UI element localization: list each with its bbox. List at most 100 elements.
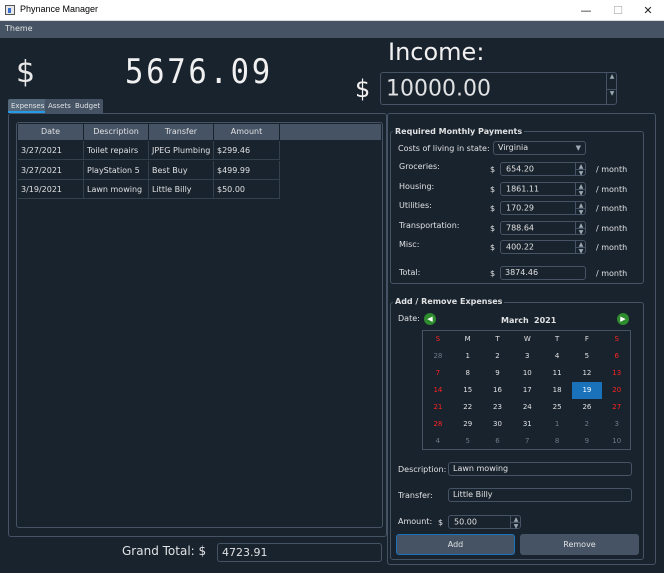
calendar-day[interactable]: 25 (542, 399, 572, 416)
calendar-day[interactable]: 9 (572, 433, 602, 450)
cell-description[interactable]: PlayStation 5 (84, 160, 149, 180)
state-dropdown[interactable]: Virginia ▼ (493, 141, 586, 155)
close-button[interactable]: ✕ (632, 0, 664, 21)
calendar-day[interactable]: 4 (542, 348, 572, 365)
cell-transfer[interactable]: Little Billy (149, 180, 214, 199)
cell-date[interactable]: 3/19/2021 (18, 180, 84, 199)
calendar-day[interactable]: 17 (512, 382, 542, 399)
minimize-button[interactable]: — (570, 0, 602, 21)
cell-description[interactable]: Toilet repairs (84, 141, 149, 160)
cell-transfer[interactable]: Best Buy (149, 160, 214, 180)
add-remove-title: Add / Remove Expenses (393, 297, 505, 306)
calendar-day[interactable]: 27 (602, 399, 632, 416)
calendar-year[interactable]: 2021 (534, 316, 556, 325)
menu-theme[interactable]: Theme (5, 24, 33, 33)
cell-amount[interactable]: $50.00 (214, 180, 280, 199)
calendar-day[interactable]: 10 (512, 365, 542, 382)
calendar-day[interactable]: 9 (483, 365, 513, 382)
calendar-day[interactable]: 2 (572, 416, 602, 433)
cell-date[interactable]: 3/27/2021 (18, 141, 84, 160)
calendar-day[interactable]: 8 (453, 365, 483, 382)
calendar-day[interactable]: 22 (453, 399, 483, 416)
spin-down-icon[interactable]: ▼ (576, 169, 586, 177)
payment-spinbox[interactable]: 654.20 ▲ ▼ (500, 162, 586, 177)
payment-value[interactable]: 1861.11 (506, 184, 539, 193)
calendar-day[interactable]: 7 (512, 433, 542, 450)
column-header-transfer[interactable]: Transfer (149, 124, 214, 140)
amount-spinbox[interactable]: 50.00 ▲ ▼ (448, 515, 521, 530)
calendar-day[interactable]: 21 (423, 399, 453, 416)
spin-down-icon[interactable]: ▼ (576, 227, 586, 236)
spin-up-icon[interactable]: ▲ (607, 73, 617, 89)
calendar-day[interactable]: 7 (423, 365, 453, 382)
calendar-day[interactable]: 18 (542, 382, 572, 399)
calendar-month[interactable]: March (501, 316, 529, 325)
cell-amount[interactable]: $499.99 (214, 160, 280, 180)
description-input[interactable]: Lawn mowing (448, 462, 632, 476)
window-titlebar: Phynance Manager — ☐ ✕ (0, 0, 664, 21)
calendar-day[interactable]: 6 (602, 348, 632, 365)
payment-value[interactable]: 654.20 (506, 165, 534, 174)
payment-value[interactable]: 400.22 (506, 243, 534, 252)
tab-expenses[interactable]: Expenses (8, 99, 48, 113)
cell-transfer[interactable]: JPEG Plumbing (149, 141, 214, 160)
next-month-icon[interactable]: ▶ (617, 313, 629, 325)
calendar-day[interactable]: 29 (453, 416, 483, 433)
payment-spinbox[interactable]: 170.29 ▲ ▼ (500, 201, 586, 216)
calendar-day[interactable]: 2 (483, 348, 513, 365)
calendar-day[interactable]: 8 (542, 433, 572, 450)
payment-spinbox[interactable]: 1861.11 ▲ ▼ (500, 181, 586, 197)
spin-down-icon[interactable]: ▼ (576, 188, 586, 197)
calendar-day[interactable]: 11 (542, 365, 572, 382)
column-header-amount[interactable]: Amount (214, 124, 280, 140)
spin-down-icon[interactable]: ▼ (511, 522, 521, 530)
calendar-day[interactable]: 15 (453, 382, 483, 399)
calendar-day[interactable]: 23 (483, 399, 513, 416)
calendar-day[interactable]: 28 (423, 416, 453, 433)
calendar-day[interactable]: 3 (602, 416, 632, 433)
column-header-date[interactable]: Date (18, 124, 84, 140)
calendar-day[interactable]: 19 (572, 382, 602, 399)
calendar-day[interactable]: 16 (483, 382, 513, 399)
income-spinbox[interactable]: 10000.00 ▲ ▼ (380, 72, 617, 105)
calendar-day[interactable]: 31 (512, 416, 542, 433)
spin-down-icon[interactable]: ▼ (576, 208, 586, 216)
amount-value[interactable]: 50.00 (454, 518, 477, 527)
spin-down-icon[interactable]: ▼ (576, 247, 586, 255)
maximize-button[interactable]: ☐ (602, 0, 634, 21)
calendar-day[interactable]: 14 (423, 382, 453, 399)
cell-date[interactable]: 3/27/2021 (18, 160, 84, 180)
payment-value[interactable]: 788.64 (506, 223, 534, 232)
calendar-day[interactable]: 5 (572, 348, 602, 365)
cell-description[interactable]: Lawn mowing (84, 180, 149, 199)
add-button[interactable]: Add (396, 534, 515, 555)
spin-down-icon[interactable]: ▼ (607, 88, 617, 105)
prev-month-icon[interactable]: ◀ (424, 313, 436, 325)
calendar-day[interactable]: 24 (512, 399, 542, 416)
calendar-day[interactable]: 6 (483, 433, 513, 450)
calendar-day[interactable]: 1 (542, 416, 572, 433)
calendar-day[interactable]: 30 (483, 416, 513, 433)
calendar-day[interactable]: 3 (512, 348, 542, 365)
calendar-day[interactable]: 28 (423, 348, 453, 365)
calendar-day[interactable]: 20 (602, 382, 632, 399)
cell-amount[interactable]: $299.46 (214, 141, 280, 160)
income-value[interactable]: 10000.00 (386, 76, 491, 101)
date-label: Date: (398, 314, 420, 323)
calendar-day[interactable]: 1 (453, 348, 483, 365)
column-header-description[interactable]: Description (84, 124, 149, 140)
calendar-day[interactable]: 5 (453, 433, 483, 450)
calendar-day[interactable]: 10 (602, 433, 632, 450)
tab-assets[interactable]: Assets (45, 99, 74, 113)
tab-budget[interactable]: Budget (72, 99, 104, 113)
payment-per-month: / month (596, 243, 628, 253)
transfer-input[interactable]: Little Billy (448, 488, 632, 502)
calendar-day[interactable]: 26 (572, 399, 602, 416)
payment-value[interactable]: 170.29 (506, 204, 534, 213)
payment-spinbox[interactable]: 788.64 ▲ ▼ (500, 220, 586, 236)
payment-spinbox[interactable]: 400.22 ▲ ▼ (500, 240, 586, 255)
calendar-day[interactable]: 4 (423, 433, 453, 450)
calendar-day[interactable]: 12 (572, 365, 602, 382)
remove-button[interactable]: Remove (520, 534, 639, 555)
calendar-day[interactable]: 13 (602, 365, 632, 382)
